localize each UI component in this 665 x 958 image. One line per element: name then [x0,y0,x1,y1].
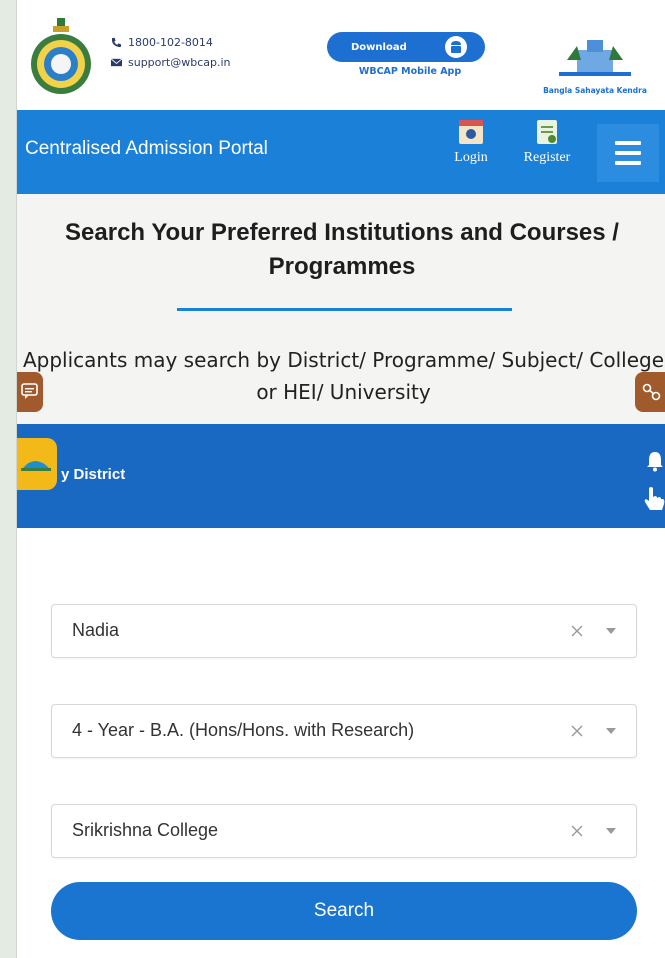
top-contact-bar: 1800-102-8014 support@wbcap.in Download … [17,0,665,110]
college-select[interactable]: Srikrishna College [51,804,637,858]
android-icon [445,36,467,58]
login-label: Login [454,150,488,165]
download-caption[interactable]: WBCAP Mobile App [335,66,485,77]
hand-pointer-icon[interactable] [641,484,665,512]
bell-icon[interactable] [645,450,665,472]
clear-icon[interactable] [570,824,584,838]
district-select[interactable]: Nadia [51,604,637,658]
emblem-icon[interactable] [27,18,95,94]
help-widget[interactable] [17,438,57,490]
title-underline [177,308,512,311]
menu-icon[interactable] [597,124,659,182]
search-button[interactable]: Search [51,882,637,940]
search-hero: Search Your Preferred Institutions and C… [17,194,665,424]
college-select-value: Srikrishna College [72,820,219,840]
chat-widget[interactable] [17,372,43,412]
programme-select-value: 4 - Year - B.A. (Hons/Hons. with Researc… [72,720,415,740]
login-button[interactable]: Login [451,118,491,166]
email-contact[interactable]: support@wbcap.in [111,56,231,69]
email-address: support@wbcap.in [128,56,231,69]
mail-icon [111,58,122,67]
register-button[interactable]: Register [511,118,583,166]
phone-icon [111,37,122,48]
register-icon [537,120,557,144]
page-title: Search Your Preferred Institutions and C… [65,219,619,280]
bsk-logo[interactable] [537,28,653,88]
mobile-viewport: 1800-102-8014 support@wbcap.in Download … [16,0,665,958]
download-app-button[interactable]: Download [327,32,485,62]
district-select-value: Nadia [72,620,120,640]
bsk-caption: Bangla Sahayata Kendra [543,86,647,95]
main-navbar: Centralised Admission Portal Login Regis… [17,110,665,194]
chat-icon [21,383,38,399]
phone-contact[interactable]: 1800-102-8014 [111,36,213,49]
share-widget[interactable] [635,372,665,412]
clear-icon[interactable] [570,724,584,738]
page-subtitle: Applicants may search by District/ Progr… [22,348,665,404]
phone-number: 1800-102-8014 [128,36,213,49]
login-icon [459,120,483,144]
chevron-down-icon[interactable] [606,628,616,635]
district-tab-bar[interactable]: y District [17,424,665,528]
register-label: Register [523,150,571,165]
programme-select[interactable]: 4 - Year - B.A. (Hons/Hons. with Researc… [51,704,637,758]
chevron-down-icon[interactable] [606,728,616,735]
download-label: Download [351,41,407,53]
portal-title[interactable]: Centralised Admission Portal [25,138,268,160]
clear-icon[interactable] [570,624,584,638]
share-icon [642,383,661,401]
chevron-down-icon[interactable] [606,828,616,835]
help-icon [21,461,51,471]
district-tab-label: y District [61,466,126,483]
